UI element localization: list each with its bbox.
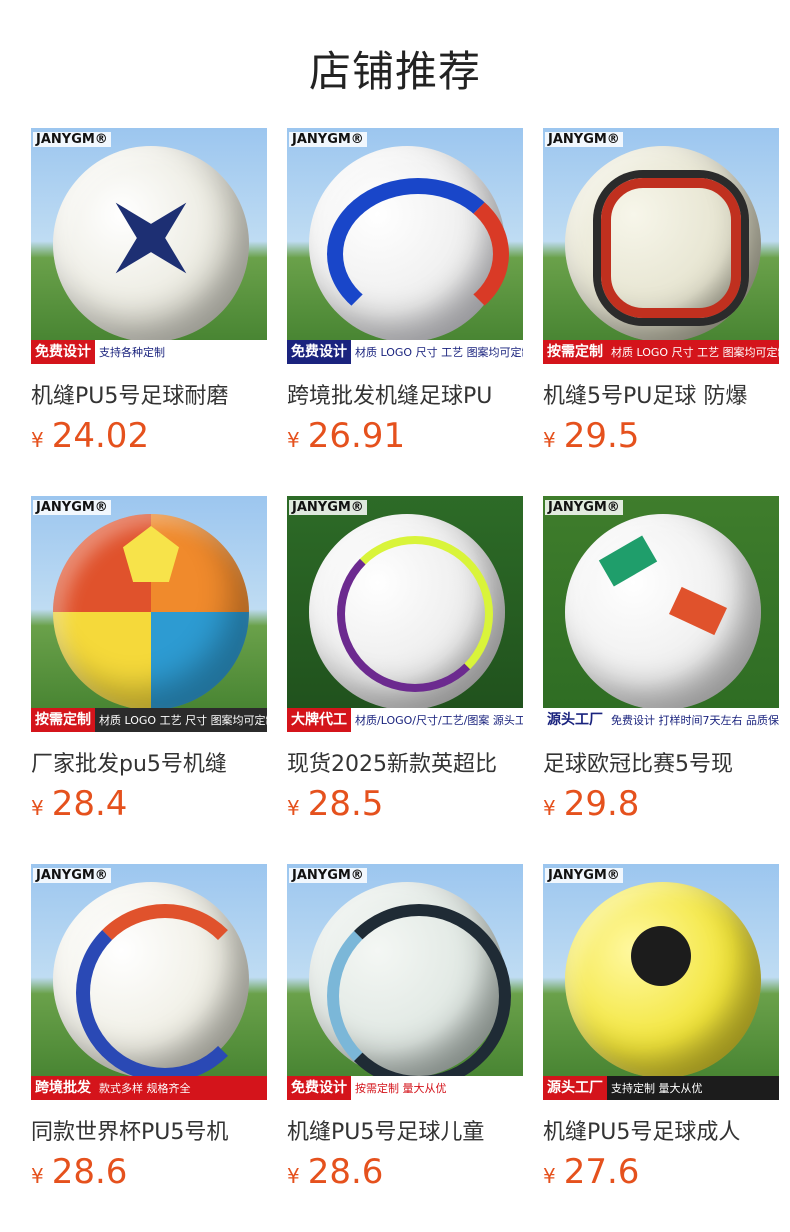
product-price: ¥29.8	[543, 784, 640, 824]
product-name[interactable]: 同款世界杯PU5号机	[31, 1114, 267, 1144]
product-card[interactable]: JANYGM® 免费设计 材质 LOGO 尺寸 工艺 图案均可定制 跨境批发机缝足…	[287, 128, 523, 458]
product-price: ¥24.02	[31, 416, 150, 456]
product-price: ¥26.91	[287, 416, 406, 456]
product-name[interactable]: 机缝PU5号足球儿童	[287, 1114, 523, 1144]
ball-pattern-icon	[631, 926, 691, 986]
product-card[interactable]: JANYGM® 源头工厂免费设计 打样时间7天左右 品质保证 可开税票 足球欧冠…	[543, 496, 779, 826]
product-image[interactable]: JANYGM® 按需定制 材质 LOGO 尺寸 工艺 图案均可定制	[543, 128, 779, 364]
product-card[interactable]: JANYGM® 跨境批发 款式多样 规格齐全 同款世界杯PU5号机 ¥28.6	[31, 864, 267, 1194]
brand-logo: JANYGM®	[33, 500, 111, 515]
product-image[interactable]: JANYGM® 跨境批发 款式多样 规格齐全	[31, 864, 267, 1100]
brand-logo: JANYGM®	[545, 500, 623, 515]
product-image[interactable]: JANYGM® 源头工厂 支持定制 量大从优	[543, 864, 779, 1100]
brand-logo: JANYGM®	[545, 868, 623, 883]
promo-band: 源头工厂免费设计 打样时间7天左右 品质保证 可开税票	[543, 708, 779, 732]
promo-band: 按需定制 材质 LOGO 工艺 尺寸 图案均可定制	[31, 708, 267, 732]
product-name[interactable]: 足球欧冠比赛5号现	[543, 746, 779, 776]
product-name[interactable]: 现货2025新款英超比	[287, 746, 523, 776]
ball-pattern-icon	[327, 178, 509, 330]
promo-band: 按需定制 材质 LOGO 尺寸 工艺 图案均可定制	[543, 340, 779, 364]
product-name[interactable]: 机缝PU5号足球成人	[543, 1114, 779, 1144]
product-card[interactable]: JANYGM® 大牌代工材质/LOGO/尺寸/工艺/图案 源头工厂 10多年生产…	[287, 496, 523, 826]
brand-logo: JANYGM®	[545, 132, 623, 147]
brand-logo: JANYGM®	[33, 132, 111, 147]
ball-pattern-icon	[327, 904, 511, 1088]
ball-icon	[565, 514, 761, 710]
promo-band: 源头工厂 支持定制 量大从优	[543, 1076, 779, 1100]
product-image[interactable]: JANYGM® 大牌代工材质/LOGO/尺寸/工艺/图案 源头工厂 10多年生产…	[287, 496, 523, 732]
product-name[interactable]: 机缝PU5号足球耐磨	[31, 378, 267, 408]
page-title: 店铺推荐	[308, 47, 481, 96]
product-image[interactable]: JANYGM® 免费设计 材质 LOGO 尺寸 工艺 图案均可定制	[287, 128, 523, 364]
promo-band: 跨境批发 款式多样 规格齐全	[31, 1076, 267, 1100]
brand-logo: JANYGM®	[289, 132, 367, 147]
brand-logo: JANYGM®	[289, 868, 367, 883]
promo-band: 免费设计 支持各种定制	[31, 340, 267, 364]
product-name[interactable]: 跨境批发机缝足球PU	[287, 378, 523, 408]
product-image[interactable]: JANYGM® 按需定制 材质 LOGO 工艺 尺寸 图案均可定制	[31, 496, 267, 732]
product-price: ¥28.5	[287, 784, 384, 824]
product-image[interactable]: JANYGM® 免费设计 按需定制 量大从优	[287, 864, 523, 1100]
product-card[interactable]: JANYGM® 免费设计 按需定制 量大从优 机缝PU5号足球儿童 ¥28.6	[287, 864, 523, 1194]
product-image[interactable]: JANYGM® 源头工厂免费设计 打样时间7天左右 品质保证 可开税票	[543, 496, 779, 732]
product-image[interactable]: JANYGM® 免费设计 支持各种定制	[31, 128, 267, 364]
product-card[interactable]: JANYGM® 免费设计 支持各种定制 机缝PU5号足球耐磨 ¥24.02	[31, 128, 267, 458]
product-card[interactable]: JANYGM® 按需定制 材质 LOGO 尺寸 工艺 图案均可定制 机缝5号PU足…	[543, 128, 779, 458]
promo-band: 免费设计 按需定制 量大从优	[287, 1076, 523, 1100]
promo-band: 大牌代工材质/LOGO/尺寸/工艺/图案 源头工厂 10多年生产经验	[287, 708, 523, 732]
brand-logo: JANYGM®	[289, 500, 367, 515]
promo-band: 免费设计 材质 LOGO 尺寸 工艺 图案均可定制	[287, 340, 523, 364]
product-price: ¥29.5	[543, 416, 640, 456]
ball-pattern-icon	[601, 178, 741, 318]
product-price: ¥28.6	[287, 1152, 384, 1192]
product-price: ¥27.6	[543, 1152, 640, 1192]
brand-logo: JANYGM®	[33, 868, 111, 883]
ball-pattern-icon	[337, 536, 493, 692]
product-card[interactable]: JANYGM® 源头工厂 支持定制 量大从优 机缝PU5号足球成人 ¥27.6	[543, 864, 779, 1194]
product-name[interactable]: 厂家批发pu5号机缝	[31, 746, 267, 776]
product-card[interactable]: JANYGM® 按需定制 材质 LOGO 工艺 尺寸 图案均可定制 厂家批发pu5…	[31, 496, 267, 826]
ball-pattern-icon	[76, 904, 254, 1082]
product-price: ¥28.6	[31, 1152, 128, 1192]
product-price: ¥28.4	[31, 784, 128, 824]
product-name[interactable]: 机缝5号PU足球 防爆	[543, 378, 779, 408]
